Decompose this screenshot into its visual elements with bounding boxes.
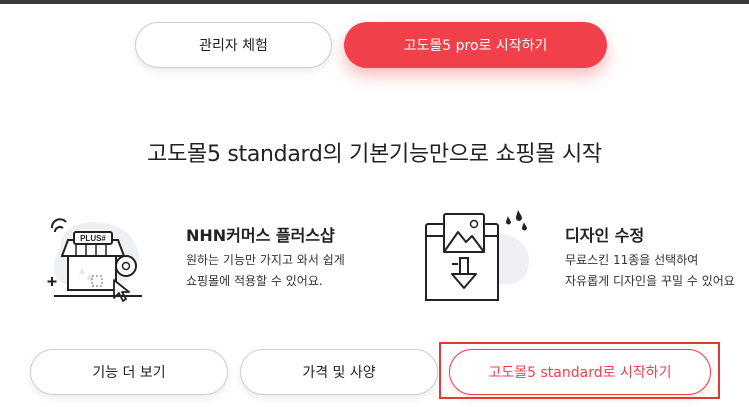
design-image-icon bbox=[425, 210, 530, 301]
pricing-button[interactable]: 가격 및 사양 bbox=[240, 349, 438, 395]
more-features-button[interactable]: 기능 더 보기 bbox=[30, 349, 228, 395]
highlight-frame bbox=[439, 342, 720, 399]
section-headline: 고도몰5 standard의 기본기능만으로 쇼핑몰 시작 bbox=[147, 142, 602, 167]
feature-desc-design-line1: 무료스킨 11종을 선택하여 bbox=[565, 253, 699, 267]
feature-title-design: 디자인 수정 bbox=[565, 226, 645, 245]
feature-desc-plusshop-line1: 원하는 기능만 가지고 와서 쉽게 bbox=[186, 253, 345, 267]
feature-desc-plusshop-line2: 쇼핑몰에 적용할 수 있어요. bbox=[186, 274, 323, 288]
feature-title-plusshop: NHN커머스 플러스샵 bbox=[186, 226, 335, 245]
admin-trial-button[interactable]: 관리자 체험 bbox=[135, 22, 332, 68]
feature-desc-design-line2: 자유롭게 디자인을 꾸밀 수 있어요 bbox=[565, 274, 735, 288]
svg-text:PLUS#: PLUS# bbox=[80, 234, 106, 243]
store-icon: PLUS# bbox=[47, 218, 142, 302]
start-pro-button[interactable]: 고도몰5 pro로 시작하기 bbox=[344, 22, 607, 68]
top-divider bbox=[0, 0, 749, 4]
